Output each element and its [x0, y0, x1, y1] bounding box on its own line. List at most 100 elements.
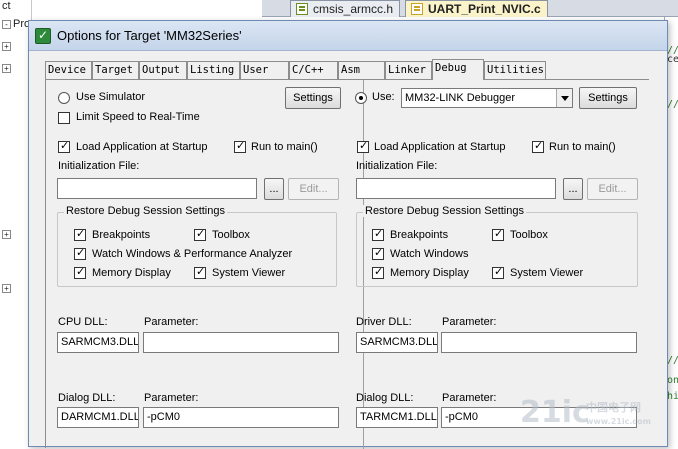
panel-text: ct [2, 0, 11, 12]
debugger-select[interactable]: MM32-LINK Debugger [401, 88, 573, 108]
dialog-dll-input[interactable]: DARMCM1.DLL [57, 407, 139, 428]
dialog-param-label: Parameter: [144, 392, 199, 404]
toolbox-checkbox-right[interactable]: ✓ [492, 228, 504, 241]
breakpoints-label-right: Breakpoints [390, 229, 449, 241]
expand-icon[interactable]: + [2, 284, 11, 293]
use-simulator-radio[interactable] [58, 92, 70, 104]
cpu-dll-input[interactable]: SARMCM3.DLL [57, 332, 139, 353]
watch-label-right: Watch Windows [390, 248, 469, 260]
edit-button-right[interactable]: Edit... [587, 178, 638, 200]
use-debugger-radio[interactable] [355, 92, 367, 104]
toolbox-label: Toolbox [212, 229, 250, 241]
system-viewer-label: System Viewer [212, 267, 286, 279]
memory-display-label-right: Memory Display [390, 267, 469, 279]
code-text: // [667, 355, 678, 366]
restore-group-label-right: Restore Debug Session Settings [363, 205, 526, 217]
project-tree-item[interactable]: + [2, 40, 13, 52]
editor-tabbar: cmsis_armcc.h UART_Print_NVIC.c [262, 0, 678, 17]
keil-app-icon [35, 28, 51, 44]
dialog-dll-input-right[interactable]: TARMCM1.DLL [356, 407, 438, 428]
browse-button-right[interactable]: ... [563, 178, 583, 200]
cpu-param-label: Parameter: [144, 316, 199, 328]
breakpoints-label: Breakpoints [92, 229, 151, 241]
project-tree-item[interactable]: + [2, 282, 13, 294]
driver-param-label: Parameter: [442, 316, 497, 328]
dialog-titlebar[interactable]: Options for Target 'MM32Series' [29, 21, 667, 51]
load-app-checkbox-right[interactable]: ✓ [357, 140, 369, 153]
file-icon [411, 3, 423, 15]
project-tree-item[interactable]: - Pro [2, 18, 30, 30]
breakpoints-checkbox[interactable]: ✓ [74, 228, 86, 241]
chevron-down-icon[interactable] [556, 89, 572, 107]
breakpoints-checkbox-right[interactable]: ✓ [372, 228, 384, 241]
expand-icon[interactable]: + [2, 64, 11, 73]
file-icon [296, 3, 308, 15]
init-file-label-right: Initialization File: [356, 160, 438, 172]
dialog-param-label-right: Parameter: [442, 392, 497, 404]
restore-group-label: Restore Debug Session Settings [64, 205, 227, 217]
watch-label: Watch Windows & Performance Analyzer [92, 248, 293, 260]
dialog-title: Options for Target 'MM32Series' [57, 28, 242, 43]
code-text: on [667, 375, 678, 386]
run-to-main-label-right: Run to main() [549, 141, 616, 153]
run-to-main-checkbox[interactable]: ✓ [234, 140, 246, 153]
watch-checkbox[interactable]: ✓ [74, 247, 86, 260]
tab-target[interactable]: Target [92, 61, 139, 79]
expand-icon[interactable]: - [2, 20, 11, 29]
init-file-input[interactable] [57, 178, 257, 199]
toolbox-label-right: Toolbox [510, 229, 548, 241]
tab-cpp[interactable]: C/C++ [289, 61, 338, 79]
run-to-main-checkbox-right[interactable]: ✓ [532, 140, 544, 153]
tab-device[interactable]: Device [45, 61, 92, 79]
code-text: // [667, 99, 678, 110]
expand-icon[interactable]: + [2, 42, 11, 51]
run-to-main-label: Run to main() [251, 141, 318, 153]
tab-user[interactable]: User [240, 61, 289, 79]
watch-checkbox-right[interactable]: ✓ [372, 247, 384, 260]
limit-speed-checkbox[interactable] [58, 112, 70, 124]
tab-listing[interactable]: Listing [187, 61, 240, 79]
system-viewer-label-right: System Viewer [510, 267, 584, 279]
load-app-checkbox[interactable]: ✓ [58, 140, 70, 153]
memory-display-label: Memory Display [92, 267, 171, 279]
dialog-param-input[interactable]: -pCM0 [143, 407, 339, 428]
use-label: Use: [372, 91, 395, 103]
tab-utilities[interactable]: Utilities [484, 61, 546, 79]
system-viewer-checkbox-right[interactable]: ✓ [492, 266, 504, 279]
tab-linker[interactable]: Linker [385, 61, 432, 79]
load-app-label-right: Load Application at Startup [374, 141, 506, 153]
toolbox-checkbox[interactable]: ✓ [194, 228, 206, 241]
options-dialog: Options for Target 'MM32Series' Device T… [28, 20, 668, 449]
watermark-logo: 21ic 中国电子网 www.21ic.com [520, 395, 651, 430]
load-app-label: Load Application at Startup [76, 141, 208, 153]
cpu-dll-label: CPU DLL: [58, 316, 108, 328]
editor-tab-cmsis[interactable]: cmsis_armcc.h [290, 0, 401, 17]
memory-display-checkbox[interactable]: ✓ [74, 266, 86, 279]
driver-dll-label: Driver DLL: [356, 316, 412, 328]
init-file-input-right[interactable] [356, 178, 556, 199]
driver-param-input[interactable] [441, 332, 637, 353]
driver-dll-input[interactable]: SARMCM3.DLL [356, 332, 438, 353]
tab-debug[interactable]: Debug [432, 59, 484, 80]
browse-button[interactable]: ... [264, 178, 284, 200]
editor-tab-uart[interactable]: UART_Print_NVIC.c [405, 0, 548, 17]
memory-display-checkbox-right[interactable]: ✓ [372, 266, 384, 279]
expand-icon[interactable]: + [2, 230, 11, 239]
edit-button[interactable]: Edit... [288, 178, 339, 200]
project-tree-item[interactable]: + [2, 228, 13, 240]
tab-output[interactable]: Output [139, 61, 187, 79]
use-simulator-label: Use Simulator [76, 91, 146, 103]
tab-asm[interactable]: Asm [338, 61, 385, 79]
code-text: ce [667, 54, 678, 65]
dialog-dll-label: Dialog DLL: [58, 392, 116, 404]
debugger-settings-button[interactable]: Settings [579, 87, 637, 109]
project-tree-item[interactable]: + [2, 62, 13, 74]
init-file-label: Initialization File: [58, 160, 140, 172]
cpu-param-input[interactable] [143, 332, 339, 353]
simulator-settings-button[interactable]: Settings [285, 87, 341, 109]
limit-speed-label: Limit Speed to Real-Time [76, 111, 200, 123]
debugger-select-value: MM32-LINK Debugger [405, 92, 516, 104]
debug-panel: Use Simulator Settings Limit Speed to Re… [45, 79, 649, 449]
system-viewer-checkbox[interactable]: ✓ [194, 266, 206, 279]
dialog-dll-label-right: Dialog DLL: [356, 392, 414, 404]
